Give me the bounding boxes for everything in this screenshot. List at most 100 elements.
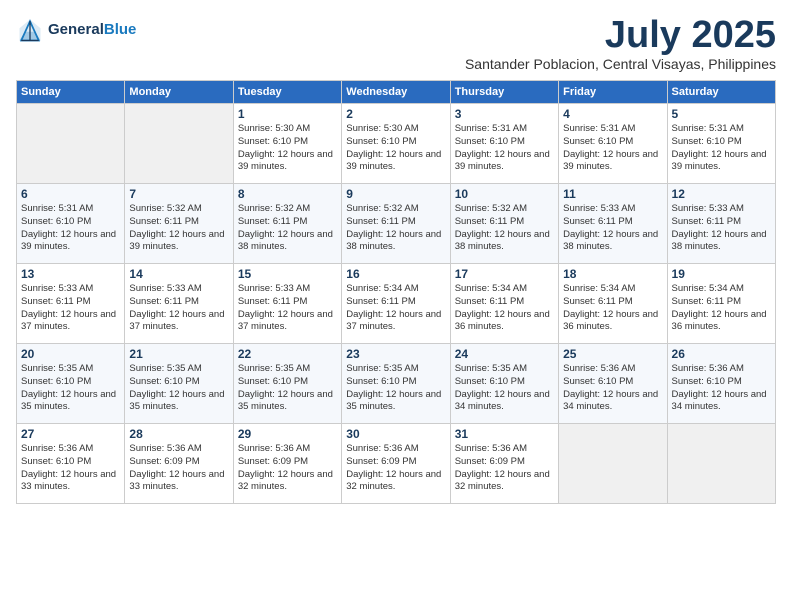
day-info: Sunrise: 5:36 AM Sunset: 6:09 PM Dayligh…	[129, 443, 228, 494]
day-info: Sunrise: 5:30 AM Sunset: 6:10 PM Dayligh…	[346, 123, 445, 174]
day-info: Sunrise: 5:32 AM Sunset: 6:11 PM Dayligh…	[238, 203, 337, 254]
day-number: 12	[672, 187, 771, 201]
calendar-cell: 25 Sunrise: 5:36 AM Sunset: 6:10 PM Dayli…	[559, 344, 667, 424]
calendar-cell: 1 Sunrise: 5:30 AM Sunset: 6:10 PM Daylig…	[233, 104, 341, 184]
day-info: Sunrise: 5:32 AM Sunset: 6:11 PM Dayligh…	[346, 203, 445, 254]
calendar-cell: 27 Sunrise: 5:36 AM Sunset: 6:10 PM Dayli…	[17, 424, 125, 504]
day-number: 23	[346, 347, 445, 361]
calendar-cell: 15Sunrise: 5:33 AM Sunset: 6:11 PM Dayli…	[233, 264, 341, 344]
day-info: Sunrise: 5:33 AM Sunset: 6:11 PM Dayligh…	[129, 283, 228, 334]
day-number: 26	[672, 347, 771, 361]
calendar-cell: 4Sunrise: 5:31 AM Sunset: 6:10 PM Daylig…	[559, 104, 667, 184]
day-number: 7	[129, 187, 228, 201]
day-info: Sunrise: 5:31 AM Sunset: 6:10 PM Dayligh…	[672, 123, 771, 174]
calendar-cell: 16 Sunrise: 5:34 AM Sunset: 6:11 PM Dayli…	[342, 264, 450, 344]
calendar-cell: 18Sunrise: 5:34 AM Sunset: 6:11 PM Dayli…	[559, 264, 667, 344]
day-number: 31	[455, 427, 554, 441]
day-number: 13	[21, 267, 120, 281]
day-info: Sunrise: 5:36 AM Sunset: 6:10 PM Dayligh…	[563, 363, 662, 414]
weekday-header-friday: Friday	[559, 81, 667, 104]
weekday-header-wednesday: Wednesday	[342, 81, 450, 104]
calendar-cell: 19 Sunrise: 5:34 AM Sunset: 6:11 PM Dayli…	[667, 264, 775, 344]
day-number: 18	[563, 267, 662, 281]
day-number: 25	[563, 347, 662, 361]
day-info: Sunrise: 5:35 AM Sunset: 6:10 PM Dayligh…	[346, 363, 445, 414]
calendar-cell: 17 Sunrise: 5:34 AM Sunset: 6:11 PM Dayli…	[450, 264, 558, 344]
calendar-cell: 22 Sunrise: 5:35 AM Sunset: 6:10 PM Dayli…	[233, 344, 341, 424]
day-number: 5	[672, 107, 771, 121]
day-info: Sunrise: 5:32 AM Sunset: 6:11 PM Dayligh…	[455, 203, 554, 254]
calendar-table: SundayMondayTuesdayWednesdayThursdayFrid…	[16, 80, 776, 504]
calendar-cell: 10 Sunrise: 5:32 AM Sunset: 6:11 PM Dayli…	[450, 184, 558, 264]
day-info: Sunrise: 5:33 AM Sunset: 6:11 PM Dayligh…	[563, 203, 662, 254]
calendar-cell: 6 Sunrise: 5:31 AM Sunset: 6:10 PM Daylig…	[17, 184, 125, 264]
calendar-cell: 2 Sunrise: 5:30 AM Sunset: 6:10 PM Daylig…	[342, 104, 450, 184]
logo-text-line1: GeneralBlue	[48, 22, 136, 39]
calendar-cell: 12 Sunrise: 5:33 AM Sunset: 6:11 PM Dayli…	[667, 184, 775, 264]
weekday-header-monday: Monday	[125, 81, 233, 104]
day-info: Sunrise: 5:35 AM Sunset: 6:10 PM Dayligh…	[21, 363, 120, 414]
calendar-cell: 29 Sunrise: 5:36 AM Sunset: 6:09 PM Dayli…	[233, 424, 341, 504]
calendar-cell: 31Sunrise: 5:36 AM Sunset: 6:09 PM Dayli…	[450, 424, 558, 504]
calendar-cell: 26 Sunrise: 5:36 AM Sunset: 6:10 PM Dayli…	[667, 344, 775, 424]
day-number: 24	[455, 347, 554, 361]
day-number: 28	[129, 427, 228, 441]
day-number: 6	[21, 187, 120, 201]
weekday-header-tuesday: Tuesday	[233, 81, 341, 104]
day-info: Sunrise: 5:36 AM Sunset: 6:09 PM Dayligh…	[346, 443, 445, 494]
day-number: 8	[238, 187, 337, 201]
calendar-cell: 13 Sunrise: 5:33 AM Sunset: 6:11 PM Dayli…	[17, 264, 125, 344]
day-number: 19	[672, 267, 771, 281]
day-number: 29	[238, 427, 337, 441]
day-number: 17	[455, 267, 554, 281]
day-number: 14	[129, 267, 228, 281]
day-info: Sunrise: 5:32 AM Sunset: 6:11 PM Dayligh…	[129, 203, 228, 254]
day-number: 22	[238, 347, 337, 361]
day-number: 16	[346, 267, 445, 281]
day-number: 3	[455, 107, 554, 121]
day-info: Sunrise: 5:31 AM Sunset: 6:10 PM Dayligh…	[21, 203, 120, 254]
day-info: Sunrise: 5:33 AM Sunset: 6:11 PM Dayligh…	[21, 283, 120, 334]
day-info: Sunrise: 5:34 AM Sunset: 6:11 PM Dayligh…	[672, 283, 771, 334]
day-info: Sunrise: 5:33 AM Sunset: 6:11 PM Dayligh…	[672, 203, 771, 254]
calendar-cell: 30 Sunrise: 5:36 AM Sunset: 6:09 PM Dayli…	[342, 424, 450, 504]
day-number: 2	[346, 107, 445, 121]
day-info: Sunrise: 5:36 AM Sunset: 6:10 PM Dayligh…	[21, 443, 120, 494]
day-info: Sunrise: 5:34 AM Sunset: 6:11 PM Dayligh…	[455, 283, 554, 334]
day-info: Sunrise: 5:31 AM Sunset: 6:10 PM Dayligh…	[455, 123, 554, 174]
day-number: 20	[21, 347, 120, 361]
day-info: Sunrise: 5:34 AM Sunset: 6:11 PM Dayligh…	[346, 283, 445, 334]
day-info: Sunrise: 5:35 AM Sunset: 6:10 PM Dayligh…	[238, 363, 337, 414]
calendar-cell: 24 Sunrise: 5:35 AM Sunset: 6:10 PM Dayli…	[450, 344, 558, 424]
day-info: Sunrise: 5:30 AM Sunset: 6:10 PM Dayligh…	[238, 123, 337, 174]
logo: GeneralBlue	[16, 16, 136, 44]
calendar-cell	[17, 104, 125, 184]
day-info: Sunrise: 5:35 AM Sunset: 6:10 PM Dayligh…	[455, 363, 554, 414]
day-number: 1	[238, 107, 337, 121]
day-number: 4	[563, 107, 662, 121]
calendar-cell: 14 Sunrise: 5:33 AM Sunset: 6:11 PM Dayli…	[125, 264, 233, 344]
calendar-cell: 9 Sunrise: 5:32 AM Sunset: 6:11 PM Daylig…	[342, 184, 450, 264]
day-info: Sunrise: 5:36 AM Sunset: 6:10 PM Dayligh…	[672, 363, 771, 414]
logo-icon	[16, 16, 44, 44]
calendar-cell: 3 Sunrise: 5:31 AM Sunset: 6:10 PM Daylig…	[450, 104, 558, 184]
day-info: Sunrise: 5:35 AM Sunset: 6:10 PM Dayligh…	[129, 363, 228, 414]
page-header: GeneralBlue July 2025 Santander Poblacio…	[16, 16, 776, 72]
month-title: July 2025	[465, 16, 776, 54]
calendar-cell: 20 Sunrise: 5:35 AM Sunset: 6:10 PM Dayli…	[17, 344, 125, 424]
calendar-cell: 23 Sunrise: 5:35 AM Sunset: 6:10 PM Dayli…	[342, 344, 450, 424]
day-number: 27	[21, 427, 120, 441]
weekday-header-saturday: Saturday	[667, 81, 775, 104]
day-number: 30	[346, 427, 445, 441]
day-info: Sunrise: 5:33 AM Sunset: 6:11 PM Dayligh…	[238, 283, 337, 334]
weekday-header-sunday: Sunday	[17, 81, 125, 104]
calendar-header: SundayMondayTuesdayWednesdayThursdayFrid…	[17, 81, 776, 104]
day-number: 21	[129, 347, 228, 361]
day-number: 9	[346, 187, 445, 201]
calendar-cell: 28 Sunrise: 5:36 AM Sunset: 6:09 PM Dayli…	[125, 424, 233, 504]
day-number: 11	[563, 187, 662, 201]
calendar-cell	[125, 104, 233, 184]
day-info: Sunrise: 5:36 AM Sunset: 6:09 PM Dayligh…	[238, 443, 337, 494]
calendar-cell	[667, 424, 775, 504]
day-number: 10	[455, 187, 554, 201]
